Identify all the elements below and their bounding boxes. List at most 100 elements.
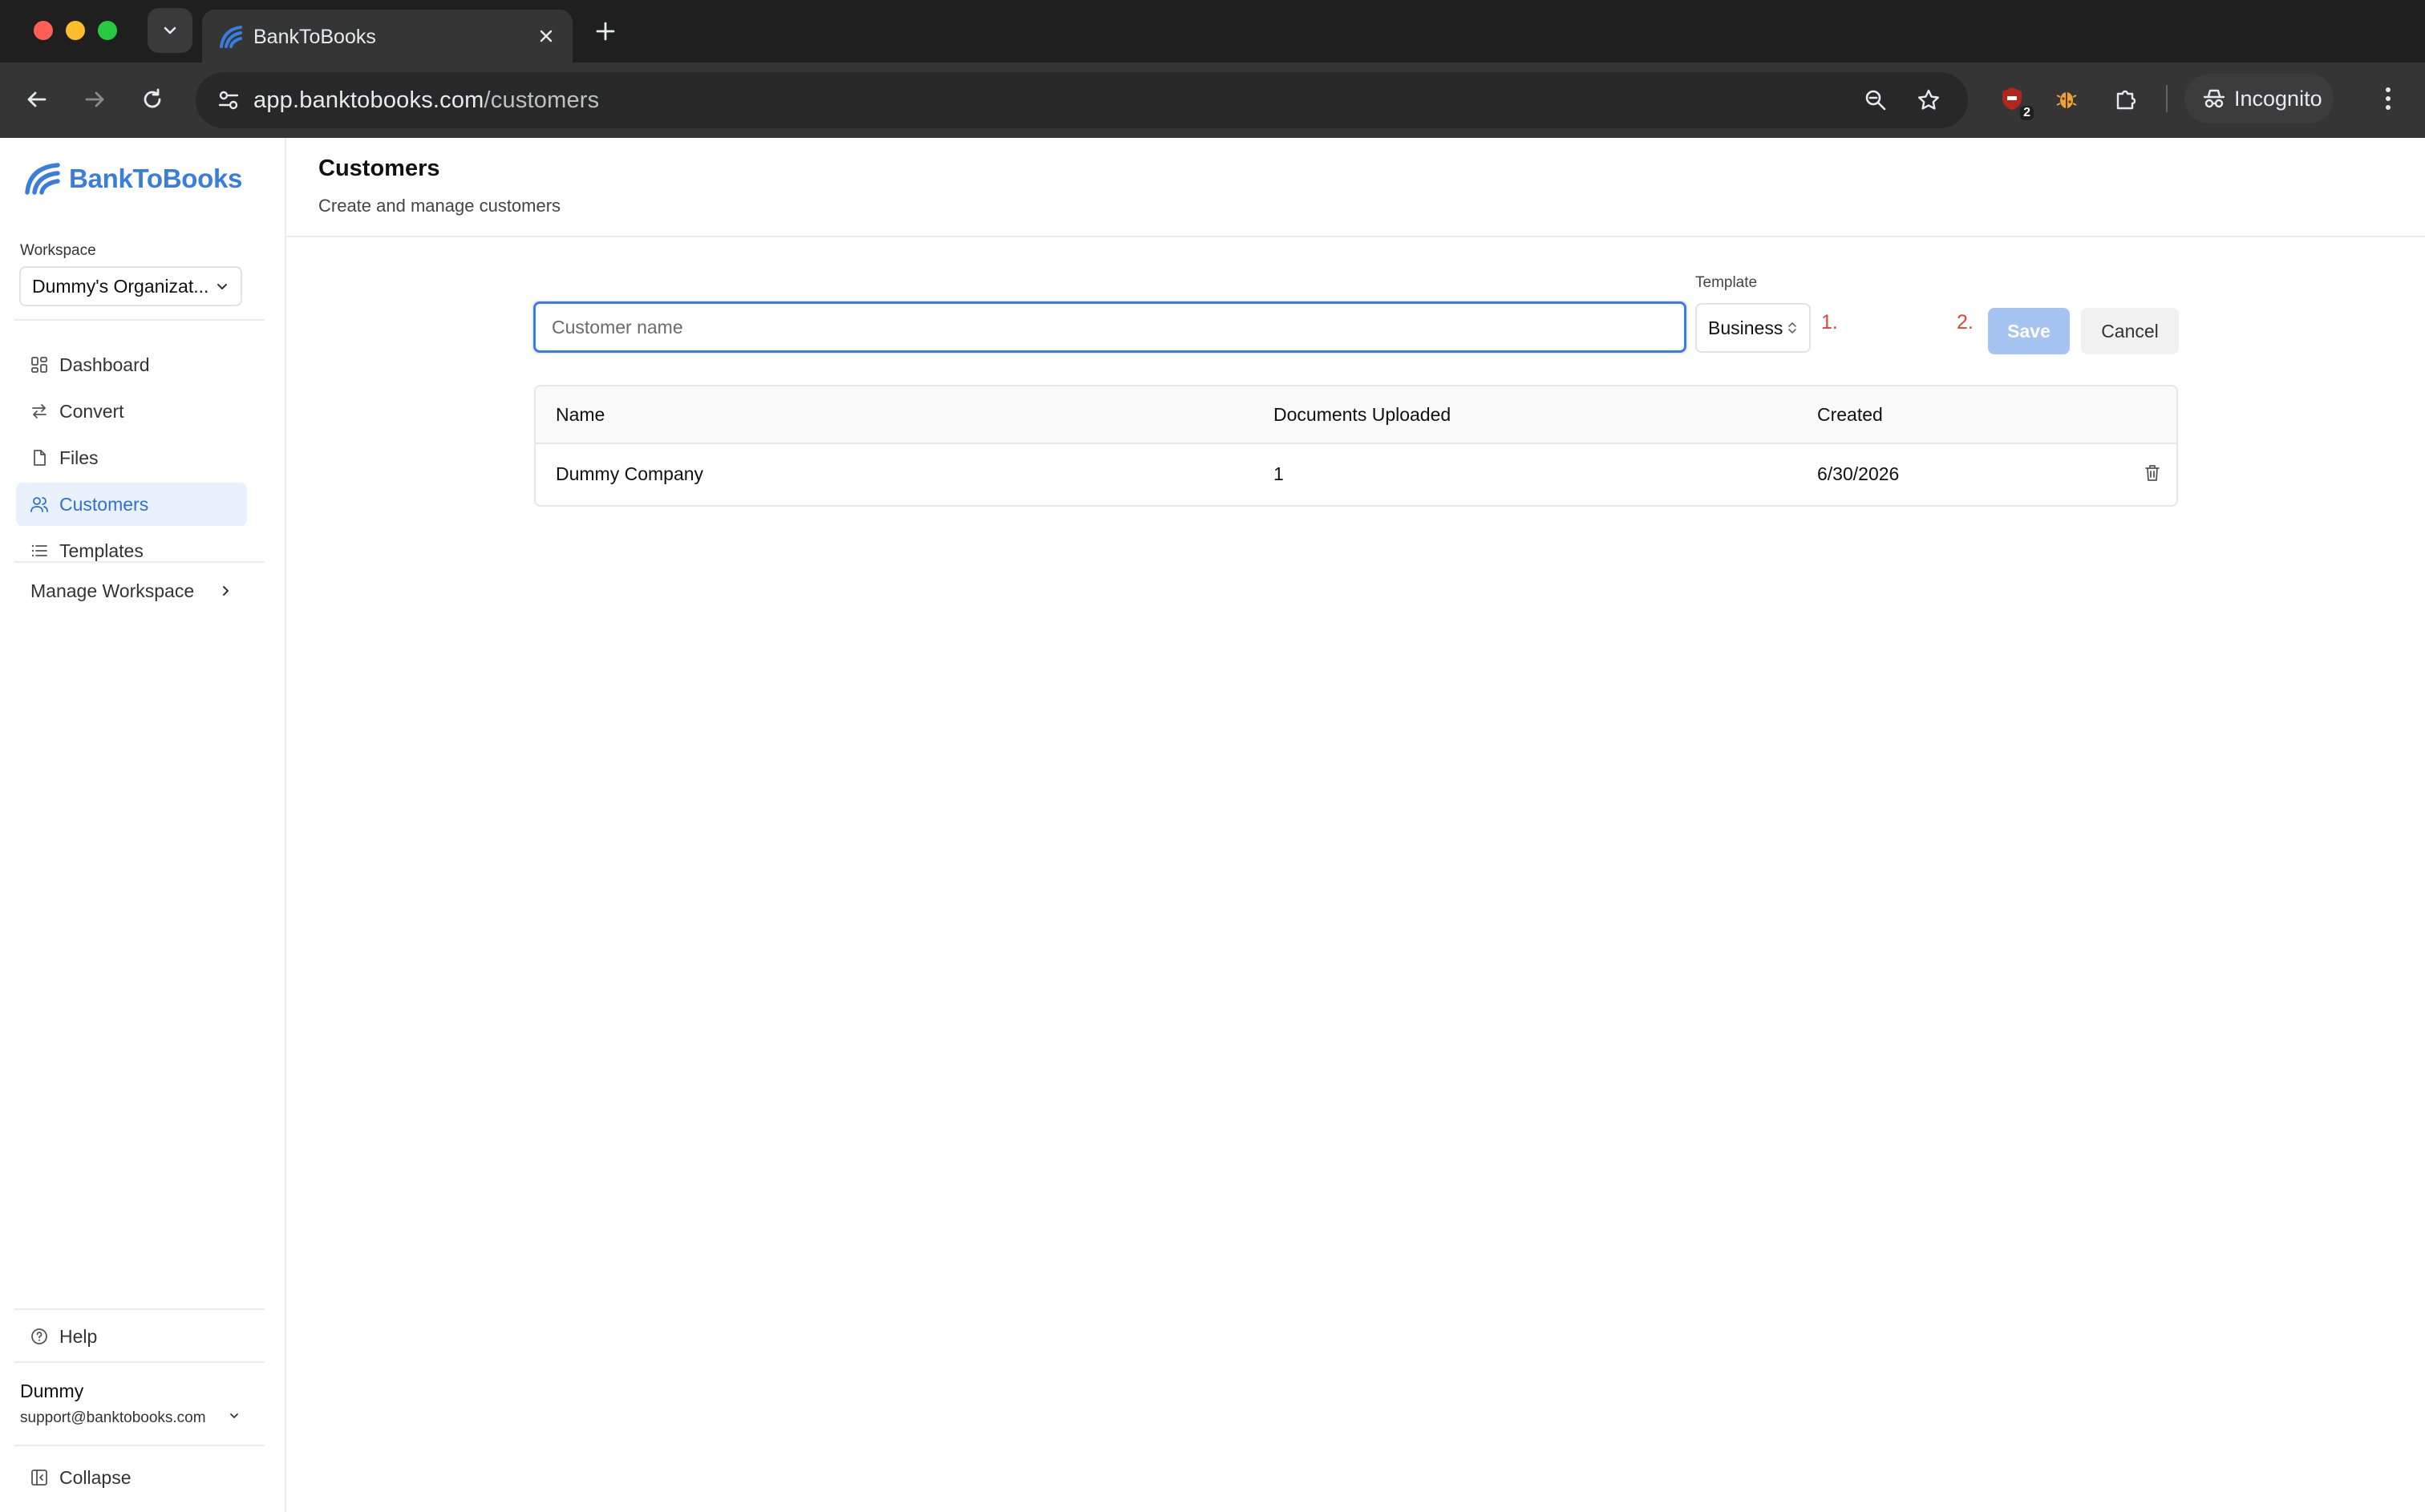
brand-name: BankToBooks xyxy=(69,164,243,193)
arrow-right-icon xyxy=(85,91,104,107)
extension-shield-button[interactable]: 2 xyxy=(1994,80,2034,120)
zoom-out-icon xyxy=(1865,90,1886,111)
sidebar-divider xyxy=(14,1361,265,1363)
tune-icon xyxy=(218,91,239,110)
delete-customer-button[interactable] xyxy=(2140,460,2165,486)
list-icon xyxy=(31,544,47,557)
help-label: Help xyxy=(59,1325,98,1347)
incognito-label: Incognito xyxy=(2234,86,2322,111)
workspace-label: Workspace xyxy=(20,242,96,259)
chevron-down-icon xyxy=(230,1413,238,1418)
forward-button[interactable] xyxy=(77,82,112,117)
manage-workspace-link[interactable]: Manage Workspace xyxy=(16,569,247,612)
user-menu-button[interactable] xyxy=(225,1406,244,1425)
maximize-window-button[interactable] xyxy=(98,21,117,40)
site-info-button[interactable] xyxy=(210,82,247,119)
banktobooks-favicon-icon xyxy=(220,26,242,48)
zoom-button[interactable] xyxy=(1859,83,1893,117)
sidebar-item-convert[interactable]: Convert xyxy=(16,390,247,433)
url-host: app.banktobooks.com xyxy=(253,87,484,113)
more-vertical-icon xyxy=(2386,87,2391,110)
close-window-button[interactable] xyxy=(34,21,53,40)
new-tab-button[interactable] xyxy=(590,16,621,46)
sidebar-item-files[interactable]: Files xyxy=(16,436,247,479)
reload-icon xyxy=(144,88,161,108)
extensions-button[interactable] xyxy=(2107,80,2144,117)
main-content: Customers Create and manage customers Te… xyxy=(286,138,2425,1512)
browser-menu-button[interactable] xyxy=(2372,80,2404,117)
save-button[interactable]: Save xyxy=(1988,308,2070,354)
browser-chrome: BankToBooks app.banktobooks.com/customer… xyxy=(0,0,2425,138)
incognito-icon xyxy=(2203,89,2225,108)
chevron-up-down-icon xyxy=(1788,322,1796,334)
sidebar: BankToBooks Workspace Dummy's Organizat.… xyxy=(0,138,286,1512)
page-title: Customers xyxy=(318,156,440,181)
brand-logo[interactable]: BankToBooks xyxy=(24,162,242,196)
sidebar-divider xyxy=(14,1445,265,1446)
column-header-documents[interactable]: Documents Uploaded xyxy=(1273,404,1451,426)
user-email: support@banktobooks.com xyxy=(20,1409,206,1426)
sidebar-collapse-icon xyxy=(31,1470,47,1486)
bookmark-button[interactable] xyxy=(1912,83,1945,117)
extension-bug-button[interactable] xyxy=(2048,80,2085,117)
extension-badge: 2 xyxy=(2020,106,2034,120)
user-name: Dummy xyxy=(20,1381,84,1401)
trash-icon xyxy=(2145,465,2160,481)
tab-close-button[interactable] xyxy=(532,22,560,50)
address-bar[interactable]: app.banktobooks.com/customers xyxy=(196,72,1968,128)
browser-tab-active[interactable]: BankToBooks xyxy=(202,10,573,63)
collapse-sidebar-button[interactable]: Collapse xyxy=(16,1456,247,1499)
template-value: Business xyxy=(1708,317,1783,338)
sidebar-item-templates[interactable]: Templates xyxy=(16,529,247,572)
dashboard-icon xyxy=(31,357,47,373)
app-viewport: BankToBooks Workspace Dummy's Organizat.… xyxy=(0,138,2425,1512)
sidebar-item-dashboard[interactable]: Dashboard xyxy=(16,343,247,386)
tab-title: BankToBooks xyxy=(253,26,376,48)
arrow-left-icon xyxy=(27,91,47,107)
banktobooks-logo-icon xyxy=(25,163,60,195)
annotation-step-1: 1. xyxy=(1821,311,1838,334)
page-subtitle: Create and manage customers xyxy=(318,196,561,216)
template-select[interactable]: Business xyxy=(1695,303,1811,353)
customers-table: Name Documents Uploaded Created Dummy Co… xyxy=(534,385,2178,507)
sidebar-item-label: Dashboard xyxy=(59,354,150,375)
workspace-value: Dummy's Organizat... xyxy=(32,275,209,297)
toolbar-separator xyxy=(2166,85,2168,112)
tab-search-button[interactable] xyxy=(148,8,192,53)
minimize-window-button[interactable] xyxy=(66,21,85,40)
customer-name-cell[interactable]: Dummy Company xyxy=(556,463,703,485)
collapse-label: Collapse xyxy=(59,1466,132,1488)
sidebar-item-label: Templates xyxy=(59,540,144,561)
page-header: Customers Create and manage customers xyxy=(286,138,2425,237)
back-button[interactable] xyxy=(19,82,55,117)
template-label: Template xyxy=(1695,274,1758,291)
chevron-right-icon xyxy=(223,586,229,596)
workspace-select[interactable]: Dummy's Organizat... xyxy=(19,266,242,306)
cancel-button[interactable]: Cancel xyxy=(2081,308,2179,354)
sidebar-divider xyxy=(14,319,265,321)
chevron-down-icon xyxy=(164,26,176,34)
help-circle-icon xyxy=(31,1328,47,1344)
documents-uploaded-cell: 1 xyxy=(1273,463,1284,484)
url-path: /customers xyxy=(484,87,600,113)
column-header-name[interactable]: Name xyxy=(556,404,605,426)
created-date-cell: 6/30/2026 xyxy=(1817,463,1900,484)
sidebar-divider xyxy=(14,1308,265,1310)
incognito-button[interactable]: Incognito xyxy=(2184,74,2334,123)
bug-icon xyxy=(2056,92,2077,108)
sidebar-item-label: Convert xyxy=(59,400,124,422)
plus-icon xyxy=(596,22,615,41)
manage-workspace-label: Manage Workspace xyxy=(30,580,195,601)
file-icon xyxy=(34,450,46,466)
users-icon xyxy=(30,497,48,512)
sidebar-item-label: Files xyxy=(59,447,99,468)
help-link[interactable]: Help xyxy=(16,1315,247,1358)
reload-button[interactable] xyxy=(135,82,170,117)
chevron-down-icon xyxy=(217,284,227,289)
customer-name-input[interactable] xyxy=(533,301,1686,353)
sidebar-item-customers[interactable]: Customers xyxy=(16,483,247,526)
puzzle-icon xyxy=(2116,90,2136,110)
sidebar-item-label: Customers xyxy=(59,493,149,515)
column-header-created[interactable]: Created xyxy=(1817,404,1883,426)
close-icon xyxy=(540,30,553,42)
